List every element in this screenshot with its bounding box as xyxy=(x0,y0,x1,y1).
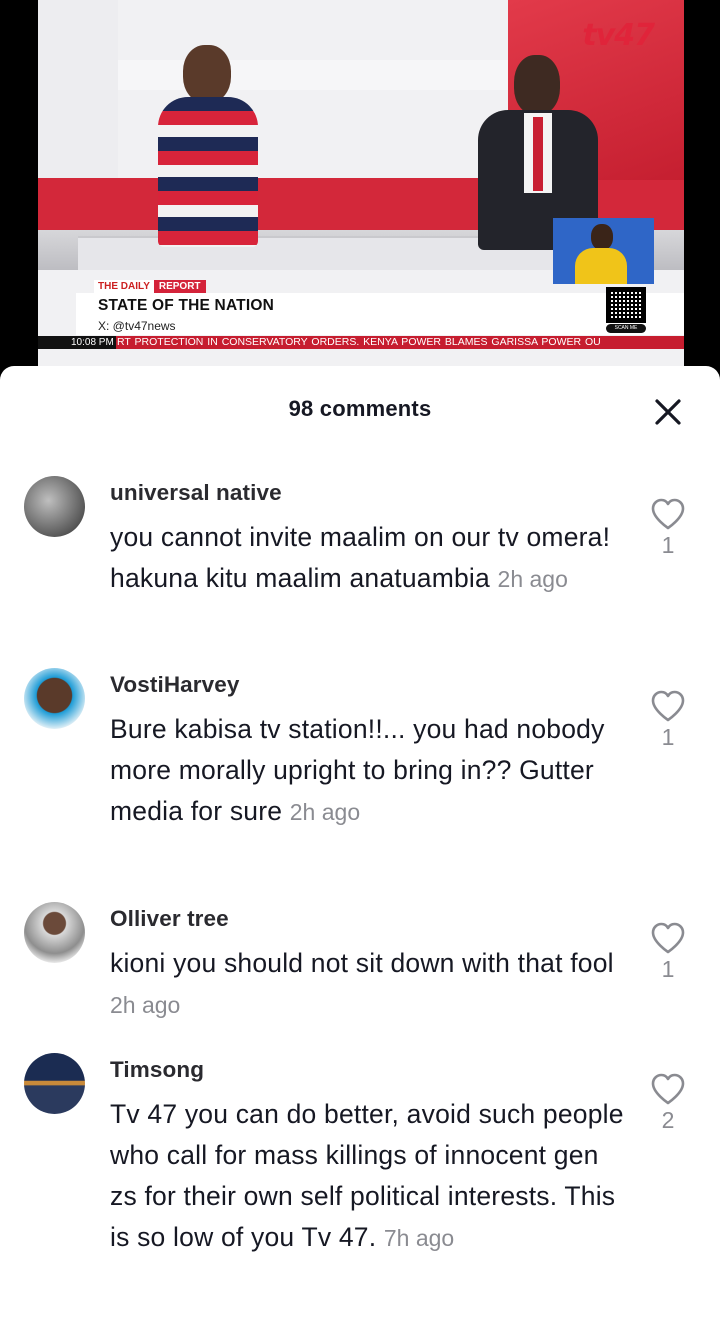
comment-item: VostiHarvey Bure kabisa tv station!!... … xyxy=(0,668,720,878)
like-button[interactable]: 1 xyxy=(648,690,688,751)
like-button[interactable]: 1 xyxy=(648,498,688,559)
show-title: STATE OF THE NATION xyxy=(98,297,275,314)
comment-item: Olliver tree kioni you should not sit do… xyxy=(0,902,720,1032)
comment-username[interactable]: VostiHarvey xyxy=(110,672,240,698)
avatar[interactable] xyxy=(24,1053,85,1114)
like-count: 2 xyxy=(661,1107,675,1133)
guest-figure xyxy=(158,45,258,247)
comment-time: 2h ago xyxy=(289,799,361,825)
like-count: 1 xyxy=(661,532,675,558)
backdrop-left xyxy=(38,0,118,178)
host-figure xyxy=(478,55,598,250)
show-strap-label: THE DAILY REPORT xyxy=(94,280,206,293)
like-count: 1 xyxy=(661,956,675,982)
heart-icon xyxy=(651,690,685,722)
close-button[interactable] xyxy=(652,396,684,428)
video-frame: tv47 THE DAILY REPORT STATE OF THE NATIO… xyxy=(38,0,684,366)
comment-body: kioni you should not sit down with that … xyxy=(110,948,614,978)
comment-item: Timsong Tv 47 you can do better, avoid s… xyxy=(0,1053,720,1313)
comment-time: 7h ago xyxy=(383,1225,455,1251)
comment-text: you cannot invite maalim on our tv omera… xyxy=(110,517,630,600)
comments-header: 98 comments xyxy=(0,366,720,456)
heart-icon xyxy=(651,922,685,954)
heart-icon xyxy=(651,498,685,530)
social-handle: X: @tv47news xyxy=(98,319,176,333)
sign-language-inset xyxy=(553,218,654,284)
comment-username[interactable]: Timsong xyxy=(110,1057,204,1083)
comment-text: kioni you should not sit down with that … xyxy=(110,943,630,1026)
avatar[interactable] xyxy=(24,476,85,537)
comment-time: 2h ago xyxy=(497,566,568,592)
comment-text: Tv 47 you can do better, avoid such peop… xyxy=(110,1094,630,1259)
like-button[interactable]: 2 xyxy=(648,1073,688,1134)
comment-username[interactable]: universal native xyxy=(110,480,282,506)
comment-time: 2h ago xyxy=(110,992,181,1018)
video-player[interactable]: tv47 THE DAILY REPORT STATE OF THE NATIO… xyxy=(0,0,720,366)
comment-item: universal native you cannot invite maali… xyxy=(0,476,720,656)
heart-icon xyxy=(651,1073,685,1105)
strap-label-right: REPORT xyxy=(153,280,206,293)
comment-text: Bure kabisa tv station!!... you had nobo… xyxy=(110,709,630,833)
close-icon xyxy=(655,399,681,425)
comments-sheet: 98 comments universal native you cannot … xyxy=(0,366,720,1319)
ticker-time: 10:08 PM xyxy=(38,336,116,349)
avatar[interactable] xyxy=(24,902,85,963)
like-count: 1 xyxy=(661,724,675,750)
ticker-text: RT PROTECTION IN CONSERVATORY ORDERS. KE… xyxy=(117,336,601,348)
news-ticker: RT PROTECTION IN CONSERVATORY ORDERS. KE… xyxy=(38,336,684,349)
channel-logo: tv47 xyxy=(582,18,655,53)
scan-me-label: SCAN ME xyxy=(606,324,646,333)
comment-body: Tv 47 you can do better, avoid such peop… xyxy=(110,1099,624,1252)
lower-third: THE DAILY REPORT STATE OF THE NATION X: … xyxy=(38,278,684,358)
like-button[interactable]: 1 xyxy=(648,922,688,983)
comment-username[interactable]: Olliver tree xyxy=(110,906,229,932)
comment-count: 98 comments xyxy=(288,396,432,421)
avatar[interactable] xyxy=(24,668,85,729)
qr-code-icon xyxy=(606,287,646,323)
strap-label-left: THE DAILY xyxy=(94,280,154,293)
